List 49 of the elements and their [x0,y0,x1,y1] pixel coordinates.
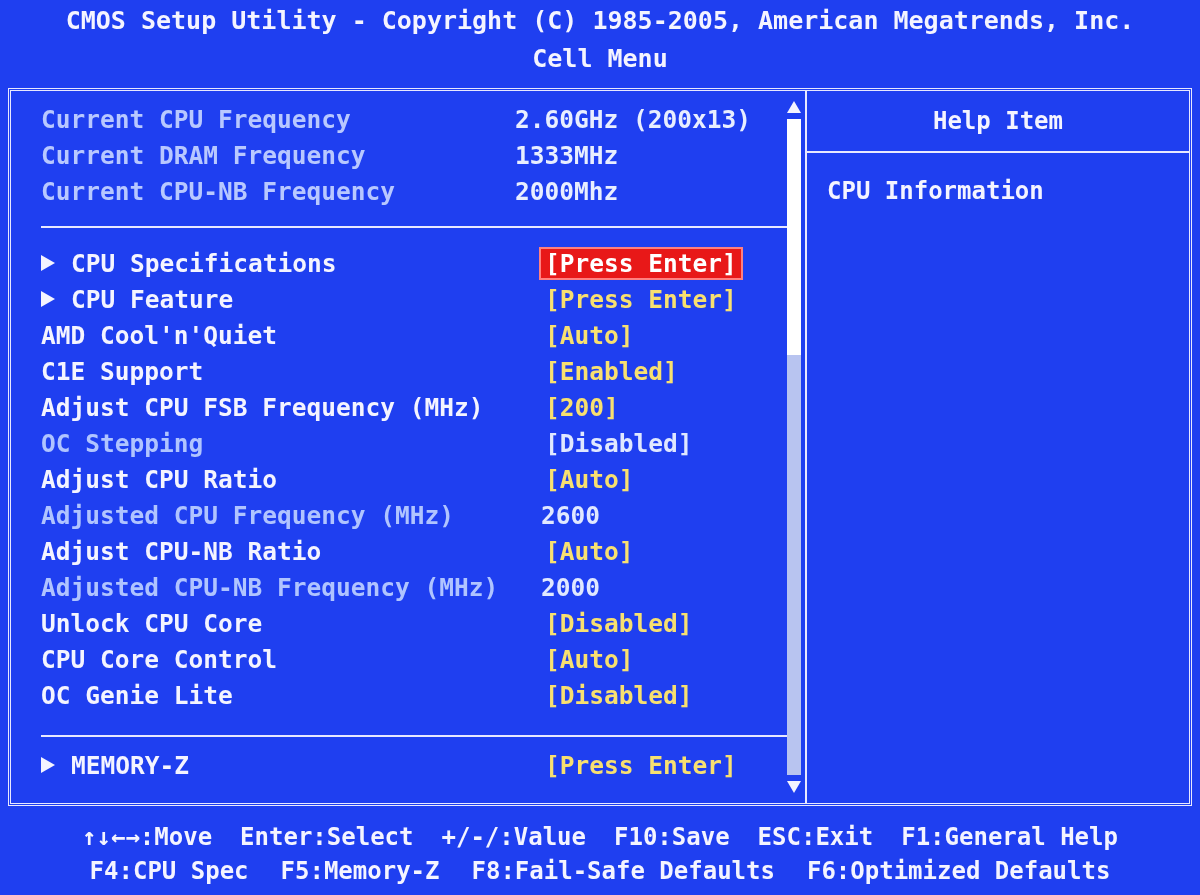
triangle-right-icon [41,291,55,307]
menu-item-label[interactable]: CPU Core Control [41,644,511,674]
info-value: 1333MHz [514,140,620,170]
info-value: 2000Mhz [514,176,620,206]
menu-item-label[interactable]: C1E Support [41,356,511,386]
menu-item-label[interactable]: MEMORY-Z [71,750,189,780]
menu-title: Cell Menu [532,43,668,75]
menu-item-label[interactable]: CPU Specifications [71,248,337,278]
setting-value[interactable]: [200] [541,392,623,422]
setting-value[interactable]: [Enabled] [541,356,682,386]
info-label: Current CPU Frequency [41,104,352,134]
setting-value[interactable]: [Auto] [541,464,638,494]
menu-item-label[interactable]: Unlock CPU Core [41,608,511,638]
setting-value[interactable]: [Disabled] [541,608,697,638]
scroll-down-icon[interactable] [787,781,801,793]
key-hint: F8:Fail-Safe Defaults [471,856,775,887]
key-hint: F5:Memory-Z [280,856,440,887]
info-label: Current CPU-NB Frequency [41,176,396,206]
info-value: 2.60GHz (200x13) [514,104,752,134]
setting-value[interactable]: [Press Enter] [541,284,741,314]
menu-item-label[interactable]: CPU Feature [71,284,234,314]
setting-value[interactable]: [Press Enter] [541,248,741,278]
scrollbar-track[interactable] [787,119,801,775]
menu-item-label[interactable]: Adjust CPU Ratio [41,464,511,494]
key-hint: F10:Save [614,822,730,853]
key-hint: F4:CPU Spec [89,856,249,887]
key-hint: ESC:Exit [757,822,874,853]
key-hint: ↑↓←→:Move [82,822,213,853]
window-title: CMOS Setup Utility - Copyright (C) 1985-2005, American Megatrends, Inc. [65,5,1135,37]
help-text: CPU Information [827,177,1044,205]
key-hint: F1:General Help [901,822,1118,853]
menu-item-label[interactable]: Adjust CPU-NB Ratio [41,536,511,566]
key-hint: +/-/:Value [441,822,586,853]
key-hint: Enter:Select [240,822,414,853]
menu-item-label[interactable]: Adjust CPU FSB Frequency (MHz) [41,392,511,422]
triangle-right-icon [41,757,55,773]
menu-item-label[interactable]: AMD Cool'n'Quiet [41,320,511,350]
menu-item-label[interactable]: OC Genie Lite [41,680,511,710]
info-label: Current DRAM Frequency [41,140,367,170]
setting-value[interactable]: [Auto] [541,536,638,566]
setting-value[interactable]: [Disabled] [541,680,697,710]
scrollbar-thumb[interactable] [787,119,801,356]
scroll-up-icon[interactable] [787,101,801,113]
setting-value[interactable]: [Auto] [541,320,638,350]
help-title: Help Item [932,107,1063,135]
key-hint: F6:Optimized Defaults [806,856,1111,887]
setting-value[interactable]: [Auto] [541,644,638,674]
triangle-right-icon [41,255,55,271]
setting-value[interactable]: [Press Enter] [541,750,741,780]
